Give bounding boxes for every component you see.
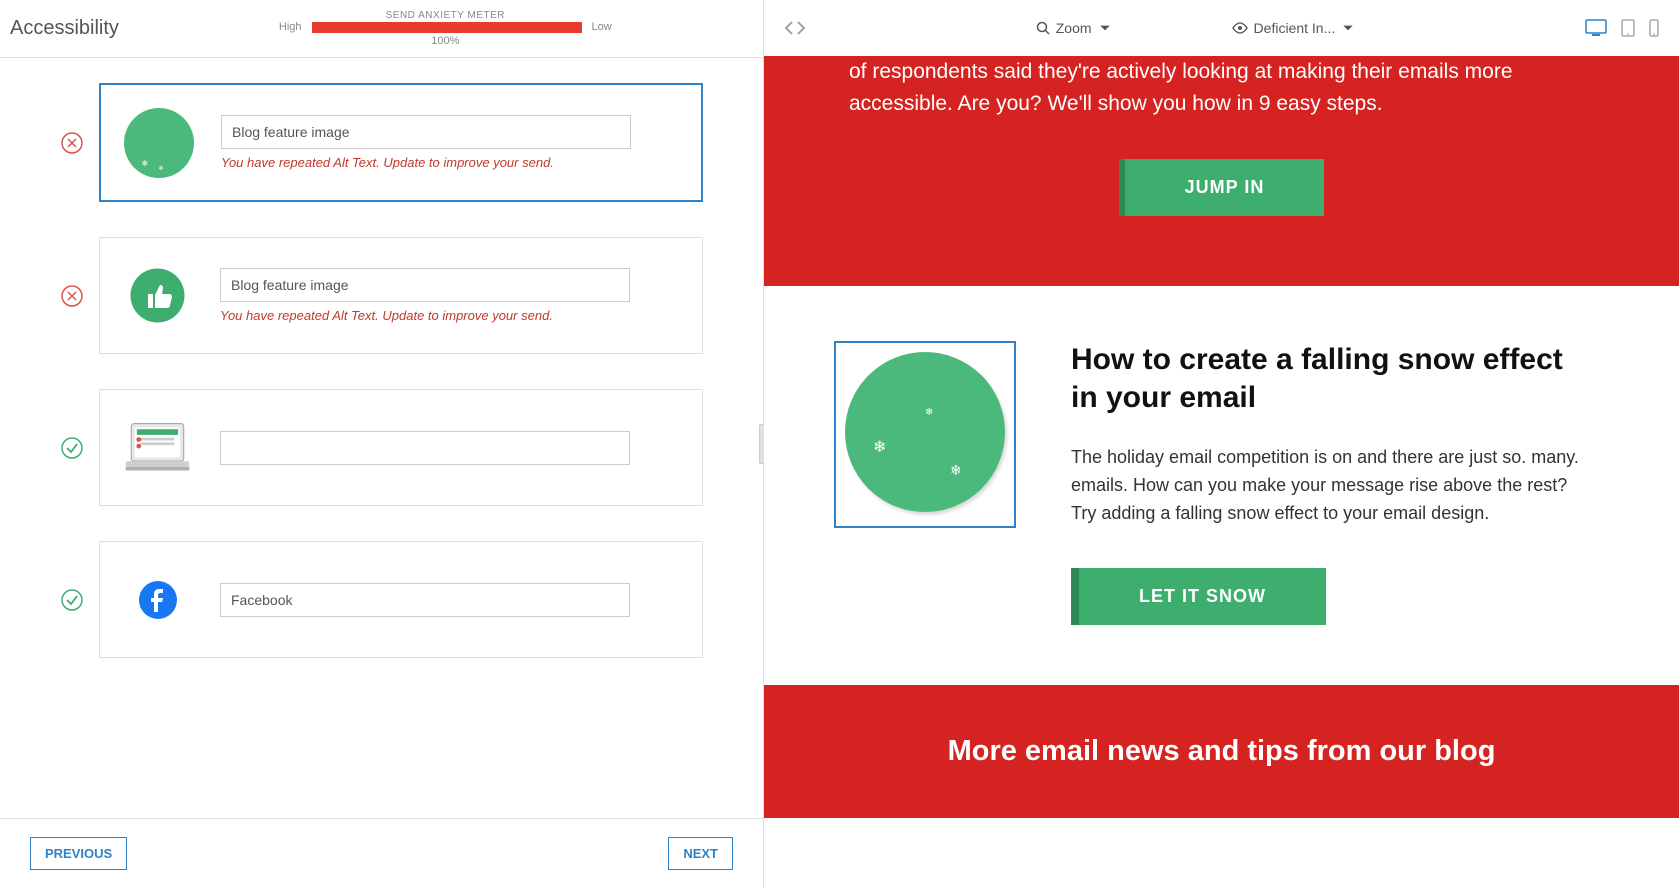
preview-toolbar: Zoom Deficient In... — [764, 0, 1679, 56]
item-card[interactable]: ❄ ❄ You have repeated Alt Text. Update t… — [99, 83, 703, 202]
zoom-label: Zoom — [1056, 20, 1092, 36]
anxiety-meter: SEND ANXIETY METER High Low 100% — [279, 10, 612, 47]
blog-banner: More email news and tips from our blog — [764, 685, 1679, 818]
article-image-selected[interactable]: ❄ ❄ ❄ — [834, 341, 1016, 528]
ok-icon — [60, 436, 84, 460]
article-title: How to create a falling snow effect in y… — [1071, 341, 1594, 416]
item-card[interactable]: You have repeated Alt Text. Update to im… — [99, 237, 703, 354]
left-footer: PREVIOUS NEXT — [0, 818, 763, 888]
visibility-label: Deficient In... — [1254, 20, 1336, 36]
meter-percent: 100% — [431, 35, 459, 47]
warning-text: You have repeated Alt Text. Update to im… — [221, 155, 681, 170]
warning-text: You have repeated Alt Text. Update to im… — [220, 308, 682, 323]
error-icon — [60, 131, 84, 155]
ok-icon — [60, 588, 84, 612]
hero-section: of respondents said they're actively loo… — [764, 56, 1679, 286]
left-header: Accessibility SEND ANXIETY METER High Lo… — [0, 0, 763, 58]
code-toggle[interactable] — [784, 20, 806, 36]
hero-text: of respondents said they're actively loo… — [849, 56, 1594, 119]
mobile-view-icon[interactable] — [1649, 19, 1659, 37]
meter-bar — [312, 22, 582, 33]
accessibility-item[interactable] — [60, 389, 703, 506]
accessibility-panel: Accessibility SEND ANXIETY METER High Lo… — [0, 0, 764, 888]
accessibility-item[interactable]: You have repeated Alt Text. Update to im… — [60, 237, 703, 354]
thumb-facebook — [120, 562, 195, 637]
meter-high: High — [279, 21, 302, 33]
meter-low: Low — [592, 21, 612, 33]
alt-text-input[interactable] — [221, 115, 631, 149]
hero-cta-button[interactable]: JUMP IN — [1119, 159, 1325, 216]
zoom-dropdown[interactable]: Zoom — [1036, 20, 1112, 36]
accessibility-item[interactable]: ❄ ❄ You have repeated Alt Text. Update t… — [60, 83, 703, 202]
next-button[interactable]: NEXT — [668, 837, 733, 870]
article-section: ❄ ❄ ❄ How to create a falling snow effec… — [764, 286, 1679, 685]
desktop-view-icon[interactable] — [1585, 19, 1607, 37]
item-card[interactable] — [99, 389, 703, 506]
alt-text-input[interactable] — [220, 431, 630, 465]
item-card[interactable] — [99, 541, 703, 658]
visibility-dropdown[interactable]: Deficient In... — [1232, 20, 1356, 36]
preview-panel: Zoom Deficient In... of respondents said… — [764, 0, 1679, 888]
article-body: The holiday email competition is on and … — [1071, 444, 1594, 528]
error-icon — [60, 284, 84, 308]
preview-body[interactable]: of respondents said they're actively loo… — [764, 56, 1679, 888]
thumb-thumbsup — [120, 258, 195, 333]
previous-button[interactable]: PREVIOUS — [30, 837, 127, 870]
alt-text-input[interactable] — [220, 268, 630, 302]
items-list[interactable]: ❄ ❄ You have repeated Alt Text. Update t… — [0, 58, 763, 818]
alt-text-input[interactable] — [220, 583, 630, 617]
thumb-snow-circle: ❄ ❄ — [121, 105, 196, 180]
meter-label: SEND ANXIETY METER — [386, 10, 505, 21]
tablet-view-icon[interactable] — [1621, 19, 1635, 37]
accessibility-item[interactable] — [60, 541, 703, 658]
page-title: Accessibility — [10, 17, 119, 40]
thumb-laptop — [120, 410, 195, 485]
article-cta-button[interactable]: LET IT SNOW — [1071, 568, 1326, 625]
